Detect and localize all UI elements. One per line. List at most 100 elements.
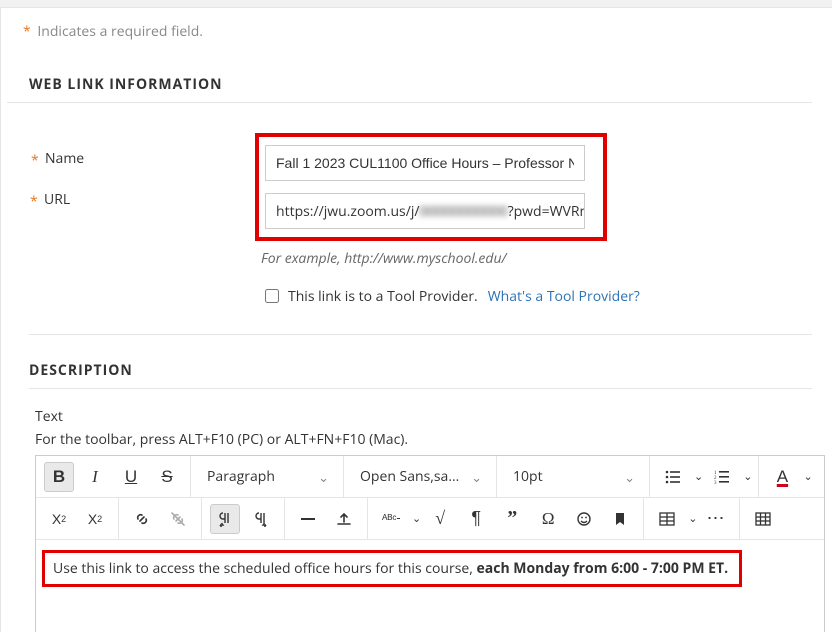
chevron-down-icon[interactable]: ⌄ <box>412 511 421 526</box>
table-icon <box>659 511 675 527</box>
bullet-list-button[interactable] <box>658 462 688 492</box>
grid-icon <box>755 511 771 527</box>
editor-body[interactable]: Use this link to access the scheduled of… <box>36 540 824 632</box>
text-field-label: Text <box>35 407 832 426</box>
insert-file-button[interactable] <box>329 504 359 534</box>
subscript-button[interactable]: X2 <box>80 504 110 534</box>
form-content: * Indicates a required field. WEB LINK I… <box>0 8 832 632</box>
highlight-box-inputs: https://jwu.zoom.us/j/00000000000?pwd=WV… <box>255 133 607 241</box>
italic-button[interactable]: I <box>80 462 110 492</box>
numbered-list-icon: 123 <box>714 469 730 485</box>
horizontal-rule-button[interactable] <box>293 504 323 534</box>
editor-text-pre: Use this link to access the scheduled of… <box>53 559 477 578</box>
remove-link-button[interactable] <box>163 504 193 534</box>
underline-button[interactable]: U <box>116 462 146 492</box>
section-description-heading: DESCRIPTION <box>29 335 812 389</box>
toolbar-group-misc: ᴬᴮᶜ ⌄ √ ¶ ” Ω <box>368 498 644 539</box>
toolbar-group-table-2 <box>740 498 786 539</box>
rich-text-editor: B I U S Paragraph ⌄ Open Sans,sa… <box>35 455 825 632</box>
rtl-icon <box>253 511 269 527</box>
toolbar-group-font-size: 10pt ⌄ <box>497 456 650 497</box>
smiley-icon <box>576 511 592 527</box>
url-input-blurred: 00000000000 <box>420 202 508 221</box>
numbered-list-button[interactable]: 123 <box>707 462 737 492</box>
toolbar-group-text-color: A ⌄ <box>759 456 818 497</box>
editor-text: Use this link to access the scheduled of… <box>53 559 728 578</box>
weblink-fields: * Name https://jwu.zoom.us/j/00000000000… <box>7 103 832 306</box>
horizontal-rule-icon <box>300 511 316 527</box>
chevron-down-icon[interactable]: ⌄ <box>743 469 752 484</box>
chevron-down-icon: ⌄ <box>624 468 635 486</box>
name-input[interactable] <box>265 145 585 181</box>
table-button[interactable] <box>652 504 682 534</box>
rtl-button[interactable] <box>246 504 276 534</box>
tool-provider-row: This link is to a Tool Provider. What's … <box>261 286 640 306</box>
paragraph-format-select[interactable]: Paragraph ⌄ <box>197 462 337 492</box>
tool-provider-checkbox[interactable] <box>265 289 279 303</box>
toolbar-hint: For the toolbar, press ALT+F10 (PC) or A… <box>35 430 832 449</box>
toolbar-group-text-style: B I U S <box>36 456 191 497</box>
chevron-down-icon: ⌄ <box>318 468 329 486</box>
ltr-button[interactable] <box>210 504 240 534</box>
toolbar-row-1: B I U S Paragraph ⌄ Open Sans,sa… <box>36 456 824 498</box>
quote-button[interactable]: ” <box>497 504 527 534</box>
toolbar-group-insert <box>285 498 368 539</box>
paragraph-format-value: Paragraph <box>207 467 275 486</box>
strikethrough-button[interactable]: S <box>152 462 182 492</box>
chevron-down-icon[interactable]: ⌄ <box>803 469 812 484</box>
required-field-note: * Indicates a required field. <box>7 8 832 41</box>
upload-icon <box>336 511 352 527</box>
label-url-wrap: * URL <box>44 190 70 209</box>
asterisk-icon: * <box>30 192 38 211</box>
toolbar-row-2: X2 X2 <box>36 498 824 540</box>
pilcrow-button[interactable]: ¶ <box>461 504 491 534</box>
emoji-button[interactable] <box>569 504 599 534</box>
tool-provider-text: This link is to a Tool Provider. <box>288 287 478 306</box>
font-size-select[interactable]: 10pt ⌄ <box>503 462 643 492</box>
toolbar-group-table: ⌄ ⋯ <box>644 498 740 539</box>
chevron-down-icon[interactable]: ⌄ <box>688 511 697 526</box>
description-block: Text For the toolbar, press ALT+F10 (PC)… <box>7 389 832 632</box>
spellcheck-button[interactable]: ᴬᴮᶜ <box>376 504 406 534</box>
asterisk-icon: * <box>23 22 31 41</box>
text-color-button[interactable]: A <box>767 462 797 492</box>
top-grey-bar <box>0 0 832 8</box>
editor-text-bold: each Monday from 6:00 - 7:00 PM ET. <box>477 559 729 578</box>
ellipsis-button[interactable]: ⋯ <box>701 504 731 534</box>
label-url-text: URL <box>44 190 70 209</box>
svg-text:3: 3 <box>714 481 717 485</box>
unlink-icon <box>170 511 186 527</box>
omega-button[interactable]: Ω <box>533 504 563 534</box>
bookmark-button[interactable] <box>605 504 635 534</box>
font-size-value: 10pt <box>513 467 543 486</box>
link-icon <box>134 511 150 527</box>
section-weblink-heading: WEB LINK INFORMATION <box>7 41 812 103</box>
toolbar-group-paragraph-format: Paragraph ⌄ <box>191 456 344 497</box>
toolbar-group-direction <box>202 498 285 539</box>
formula-button[interactable]: √ <box>425 504 455 534</box>
chevron-down-icon: ⌄ <box>471 468 482 486</box>
field-row-name: * Name https://jwu.zoom.us/j/00000000000… <box>45 133 832 306</box>
label-name-text: Name <box>45 149 84 168</box>
asterisk-icon: * <box>31 151 39 170</box>
font-family-select[interactable]: Open Sans,sa… ⌄ <box>350 462 490 492</box>
toolbar-group-link <box>119 498 202 539</box>
ltr-icon <box>217 511 233 527</box>
superscript-button[interactable]: X2 <box>44 504 74 534</box>
toolbar-group-lists: ⌄ 123 ⌄ <box>650 456 759 497</box>
bold-button[interactable]: B <box>44 462 74 492</box>
bullet-list-icon <box>665 469 681 485</box>
toolbar-group-script: X2 X2 <box>36 498 119 539</box>
tool-provider-help-link[interactable]: What's a Tool Provider? <box>488 287 640 306</box>
chevron-down-icon[interactable]: ⌄ <box>694 469 703 484</box>
label-name: * Name <box>45 133 255 168</box>
font-family-value: Open Sans,sa… <box>360 467 459 486</box>
url-input[interactable]: https://jwu.zoom.us/j/00000000000?pwd=WV… <box>265 193 585 229</box>
tool-provider-label[interactable]: This link is to a Tool Provider. <box>261 286 478 306</box>
insert-link-button[interactable] <box>127 504 157 534</box>
url-input-suffix: ?pwd=WVRn <box>508 202 585 221</box>
table-grid-button[interactable] <box>748 504 778 534</box>
required-note-text: Indicates a required field. <box>37 22 203 41</box>
url-input-prefix: https://jwu.zoom.us/j/ <box>276 202 420 221</box>
bookmark-icon <box>612 511 628 527</box>
